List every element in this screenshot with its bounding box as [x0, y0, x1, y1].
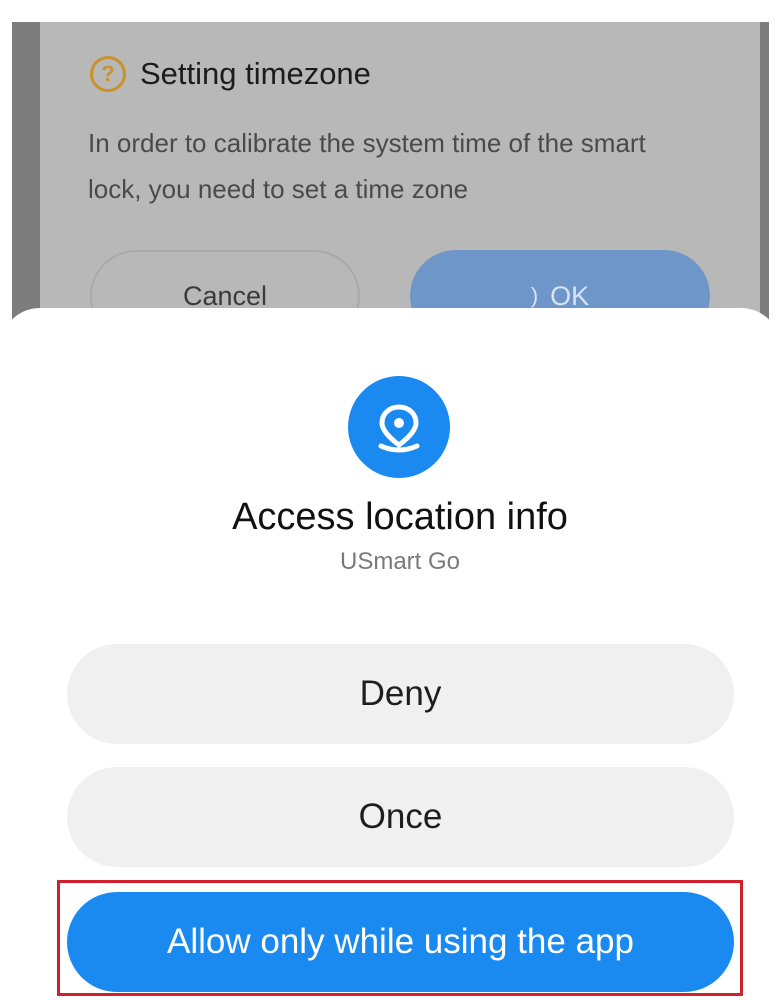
highlight-box — [57, 880, 743, 996]
deny-button[interactable]: Deny — [67, 644, 734, 744]
deny-label: Deny — [359, 674, 442, 713]
question-circle-icon: ? — [90, 56, 126, 92]
permission-title: Access location info — [232, 496, 568, 538]
timezone-cancel-label: Cancel — [182, 280, 268, 311]
status-area — [0, 0, 781, 22]
timezone-ok-label: OK — [550, 280, 590, 311]
once-label: Once — [358, 797, 443, 836]
timezone-dialog-title: Setting timezone — [140, 56, 371, 91]
timezone-dialog-message: In order to calibrate the system time of… — [88, 128, 646, 204]
location-pin-icon — [348, 376, 450, 478]
once-button[interactable]: Once — [67, 767, 734, 867]
permission-app-name: USmart Go — [339, 548, 461, 575]
timezone-dialog-header: ? Setting timezone — [90, 56, 371, 92]
loading-spinner-icon: ) — [530, 283, 539, 308]
